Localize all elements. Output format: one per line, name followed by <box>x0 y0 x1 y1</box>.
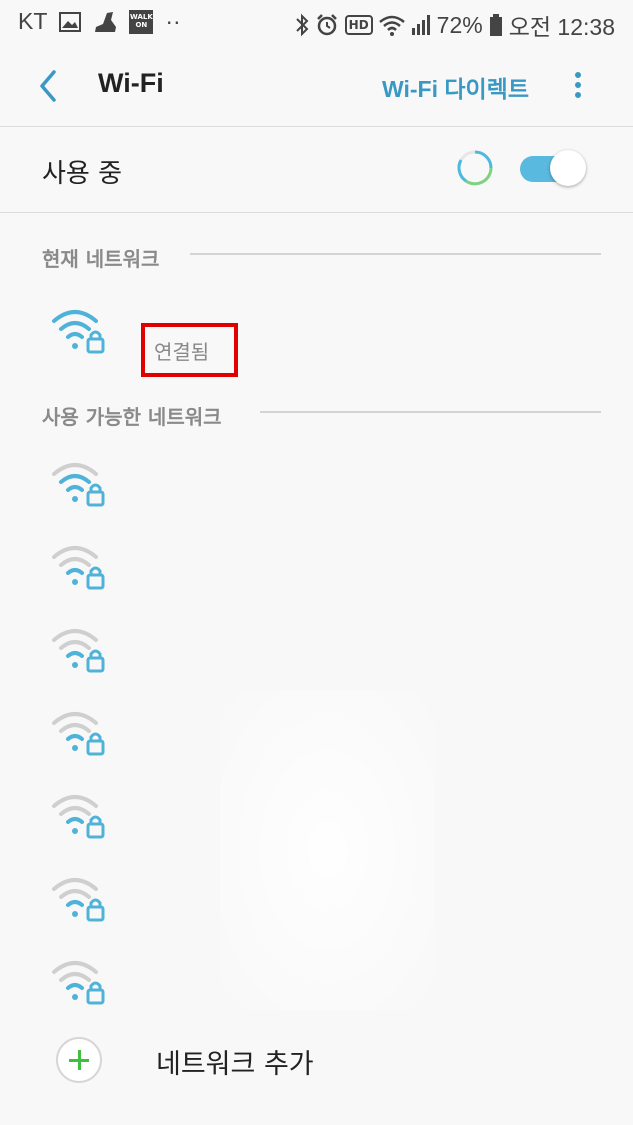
page-title: Wi-Fi <box>98 68 164 98</box>
gallery-icon <box>59 11 82 32</box>
wifi-locked-icon <box>52 712 105 756</box>
section-divider <box>260 411 601 413</box>
back-arrow-icon[interactable] <box>34 68 64 104</box>
more-notifications-dots: ·· <box>165 8 181 34</box>
battery-percent: 72% <box>436 11 483 38</box>
available-network-item[interactable] <box>0 867 633 949</box>
available-network-item[interactable] <box>0 701 633 783</box>
status-bar: KT WALK ON ·· HD 72% 오전 12:38 <box>0 0 633 44</box>
wifi-locked-icon <box>52 463 105 507</box>
clock: 오전 12:38 <box>508 14 615 40</box>
section-divider <box>190 253 601 255</box>
wifi-locked-icon <box>52 546 105 590</box>
add-network-row[interactable]: 네트워크 추가 <box>0 1020 633 1102</box>
wifi-toggle-row[interactable]: 사용 중 <box>0 127 633 212</box>
alarm-icon <box>316 14 337 36</box>
wifi-locked-icon <box>52 629 105 673</box>
wifi-direct-button[interactable]: Wi-Fi 다이렉트 <box>382 70 529 104</box>
add-icon[interactable] <box>56 1037 102 1083</box>
battery-icon <box>489 14 502 36</box>
wifi-locked-icon <box>52 878 105 922</box>
bluetooth-icon <box>295 13 309 37</box>
highlight-box <box>141 323 238 377</box>
wifi-toggle-switch[interactable] <box>520 150 586 186</box>
add-network-label: 네트워크 추가 <box>156 1049 314 1080</box>
more-options-icon[interactable] <box>567 68 589 104</box>
section-header-available: 사용 가능한 네트워크 <box>42 405 222 429</box>
hd-voice-icon: HD <box>344 15 373 35</box>
wifi-locked-strong-icon <box>52 310 105 354</box>
walk-on-badge: WALK ON <box>129 9 154 34</box>
shoe-icon <box>95 11 117 32</box>
wifi-locked-icon <box>52 795 105 839</box>
wifi-toggle-label: 사용 중 <box>42 159 123 189</box>
section-header-current: 현재 네트워크 <box>42 247 160 271</box>
wifi-status-icon <box>378 15 405 36</box>
available-network-item[interactable] <box>0 618 633 700</box>
available-network-item[interactable] <box>0 452 633 534</box>
carrier-label: KT <box>18 8 48 34</box>
app-bar: Wi-Fi Wi-Fi 다이렉트 <box>0 44 633 126</box>
current-network-item[interactable] <box>0 297 633 379</box>
wifi-locked-icon <box>52 961 105 1005</box>
scanning-progress-icon <box>457 150 493 186</box>
available-network-item[interactable] <box>0 535 633 617</box>
available-network-item[interactable] <box>0 784 633 866</box>
signal-icon <box>411 15 430 35</box>
divider <box>0 212 633 213</box>
